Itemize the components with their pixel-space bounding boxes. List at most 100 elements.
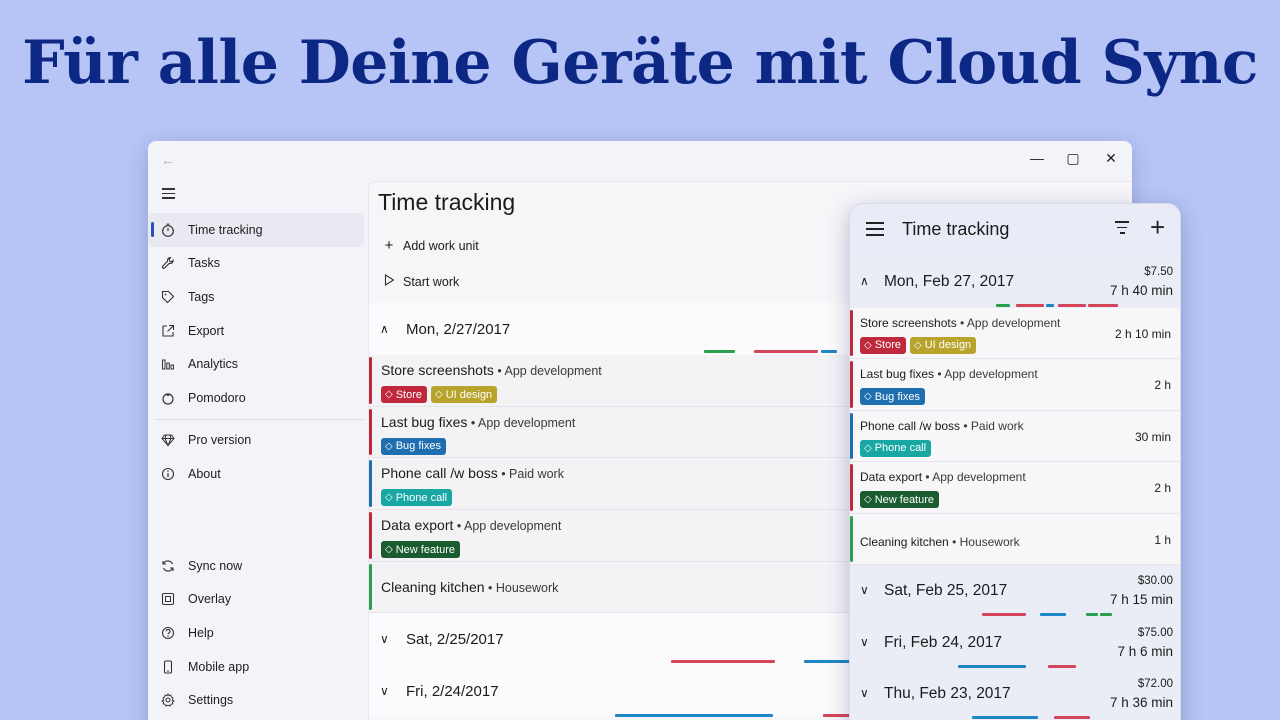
category-bar bbox=[850, 515, 853, 562]
day-earnings: $30.00 bbox=[1137, 575, 1173, 587]
nav-tasks[interactable]: Tasks bbox=[148, 247, 364, 281]
category-bar bbox=[369, 563, 372, 611]
mobile-work-unit-row[interactable]: Last bug fixes • App development 2 h ◇ Bu… bbox=[850, 359, 1180, 411]
tag-icon: ◇ bbox=[864, 339, 872, 351]
nav-label: Overlay bbox=[188, 592, 232, 607]
minimize-button[interactable]: — bbox=[1018, 145, 1056, 171]
timeline-segment bbox=[754, 350, 818, 353]
nav-sync-now[interactable]: Sync now bbox=[148, 549, 364, 583]
nav-analytics[interactable]: Analytics bbox=[148, 347, 364, 381]
nav-pomodoro[interactable]: Pomodoro bbox=[148, 381, 364, 415]
category-bar bbox=[369, 512, 372, 559]
start-work-label: Start work bbox=[403, 274, 460, 289]
tag-badge: ◇ Store bbox=[860, 336, 906, 354]
timeline-segment bbox=[615, 714, 773, 718]
sidebar: Time tracking Tasks Tags Export Analytic… bbox=[148, 213, 364, 491]
title-bar: ← — ▢ ✕ bbox=[148, 141, 1132, 181]
phone-icon bbox=[160, 659, 176, 675]
mobile-day-header[interactable]: ∨ Fri, Feb 24, 2017 $75.00 7 h 6 min bbox=[850, 616, 1180, 668]
nav-divider bbox=[154, 418, 364, 420]
tag-badge: ◇ UI design bbox=[431, 386, 498, 403]
mobile-work-unit-row[interactable]: Data export • App development 2 h ◇ New f… bbox=[850, 462, 1180, 514]
stopwatch-icon bbox=[160, 222, 176, 238]
nav-overlay[interactable]: Overlay bbox=[148, 583, 364, 617]
help-icon bbox=[160, 625, 176, 641]
add-work-unit-label: Add work unit bbox=[403, 238, 479, 253]
nav-label: Analytics bbox=[188, 357, 239, 372]
mobile-day-date: Fri, Feb 24, 2017 bbox=[884, 633, 1003, 651]
nav-time-tracking[interactable]: Time tracking bbox=[148, 213, 364, 247]
category-bar bbox=[850, 412, 853, 459]
hamburger-menu-icon[interactable] bbox=[866, 222, 884, 240]
maximize-button[interactable]: ▢ bbox=[1054, 145, 1092, 171]
work-unit-project: • App development bbox=[956, 315, 1061, 330]
add-icon[interactable]: + bbox=[1150, 212, 1165, 243]
nav-settings[interactable]: Settings bbox=[148, 683, 364, 717]
work-unit-duration: 1 h bbox=[1154, 532, 1171, 547]
tag-badge: ◇ Store bbox=[381, 386, 427, 403]
tag-badge: ◇ Bug fixes bbox=[860, 388, 925, 405]
sidebar-bottom: Sync now Overlay Help Mobile app Setting… bbox=[148, 549, 364, 717]
sync-icon bbox=[160, 558, 176, 574]
category-bar bbox=[850, 464, 853, 511]
nav-label: Export bbox=[188, 323, 225, 338]
chevron-up-icon: ∧ bbox=[860, 274, 869, 288]
chevron-down-icon: ∨ bbox=[860, 686, 869, 700]
category-bar bbox=[369, 408, 372, 456]
mobile-day-date: Sat, Feb 25, 2017 bbox=[884, 582, 1008, 599]
timeline-segment bbox=[1054, 716, 1090, 719]
tag-icon: ◇ bbox=[864, 442, 872, 454]
hamburger-menu-icon[interactable] bbox=[158, 185, 180, 207]
work-unit-title: Last bug fixes bbox=[860, 367, 935, 381]
work-unit-title: Store screenshots bbox=[860, 315, 957, 330]
day-earnings: $7.50 bbox=[1144, 266, 1173, 278]
nav-label: Time tracking bbox=[188, 222, 263, 237]
nav-export[interactable]: Export bbox=[148, 314, 364, 348]
mobile-page-title: Time tracking bbox=[902, 219, 1010, 239]
nav-tags[interactable]: Tags bbox=[148, 280, 364, 314]
nav-pro-version[interactable]: Pro version bbox=[148, 424, 364, 458]
close-button[interactable]: ✕ bbox=[1092, 145, 1130, 171]
tag-label: New feature bbox=[874, 493, 935, 506]
day-total-time: 7 h 40 min bbox=[1109, 283, 1173, 298]
mobile-work-unit-row[interactable]: Phone call /w boss • Paid work 30 min ◇ P… bbox=[850, 410, 1180, 462]
tomato-icon bbox=[160, 390, 176, 406]
tag-badge: ◇ New feature bbox=[381, 541, 461, 559]
tag-badge: ◇ Phone call bbox=[860, 439, 932, 457]
nav-mobile-app[interactable]: Mobile app bbox=[148, 650, 364, 684]
day-total-time: 7 h 6 min bbox=[1117, 643, 1173, 659]
work-unit-title: Store screenshots bbox=[381, 362, 494, 378]
nav-label: Pro version bbox=[188, 433, 252, 448]
mobile-day-header[interactable]: ∨ Sat, Feb 25, 2017 $30.00 7 h 15 min bbox=[850, 565, 1180, 617]
back-arrow-icon[interactable]: ← bbox=[158, 151, 178, 171]
tag-label: Store bbox=[395, 388, 422, 401]
tag-badge: ◇ Phone call bbox=[381, 489, 453, 507]
mobile-work-unit-list: ∧ Mon, Feb 27, 2017 $7.50 7 h 40 min Sto… bbox=[850, 256, 1180, 720]
overlay-icon bbox=[160, 591, 176, 607]
mobile-work-unit-row[interactable]: Cleaning kitchen • Housework 1 h bbox=[850, 513, 1180, 565]
info-icon bbox=[160, 466, 176, 482]
work-unit-duration: 2 h bbox=[1154, 481, 1171, 495]
nav-about[interactable]: About bbox=[148, 457, 364, 491]
timeline-segment bbox=[704, 350, 735, 353]
tag-label: UI design bbox=[924, 339, 972, 351]
add-work-unit-button[interactable]: + Add work unit bbox=[382, 237, 479, 254]
mobile-work-unit-row[interactable]: Store screenshots • App development 2 h … bbox=[850, 307, 1180, 359]
nav-label: Mobile app bbox=[188, 659, 250, 674]
work-unit-project: • Paid work bbox=[497, 467, 564, 482]
work-unit-project: • Paid work bbox=[960, 418, 1024, 433]
filter-icon[interactable] bbox=[1114, 221, 1130, 238]
tag-label: Store bbox=[874, 339, 901, 351]
page-title: Time tracking bbox=[378, 189, 516, 215]
nav-label: Help bbox=[188, 625, 214, 640]
mobile-day-header[interactable]: ∧ Mon, Feb 27, 2017 $7.50 7 h 40 min bbox=[850, 256, 1180, 308]
start-work-button[interactable]: Start work bbox=[382, 273, 459, 290]
nav-label: Settings bbox=[188, 693, 234, 708]
tag-label: New feature bbox=[395, 543, 456, 556]
mobile-day-date: Thu, Feb 23, 2017 bbox=[884, 685, 1011, 702]
work-unit-title: Phone call /w boss bbox=[381, 465, 498, 482]
nav-help[interactable]: Help bbox=[148, 616, 364, 650]
plus-icon: + bbox=[384, 237, 394, 254]
mobile-day-header[interactable]: ∨ Thu, Feb 23, 2017 $72.00 7 h 36 min bbox=[850, 668, 1180, 720]
play-icon bbox=[382, 273, 396, 290]
